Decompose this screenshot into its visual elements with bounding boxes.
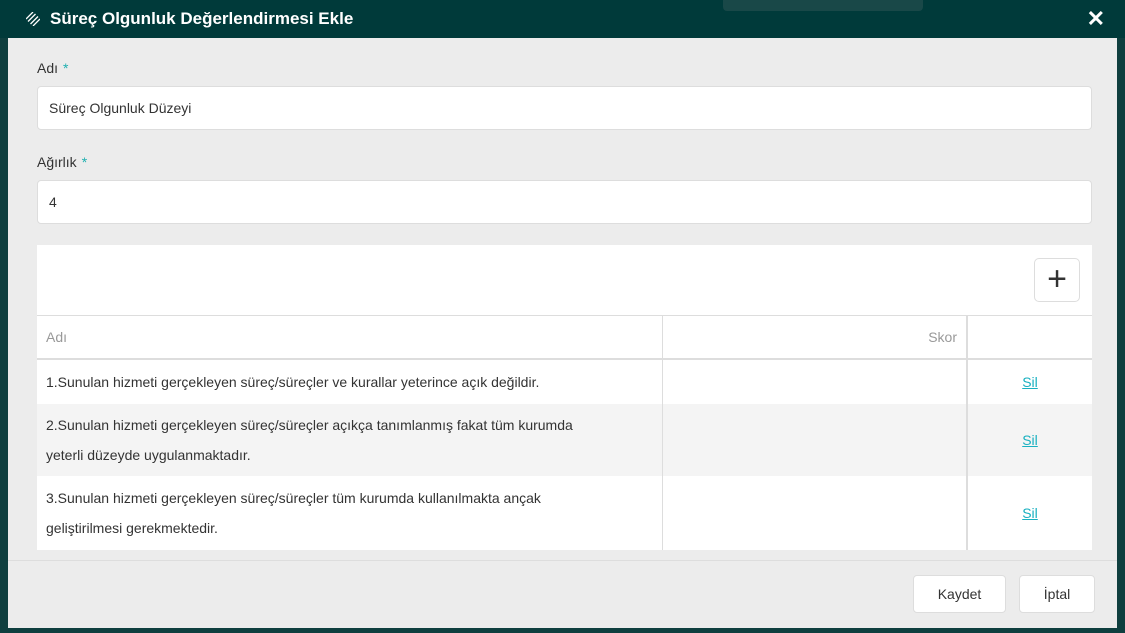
row-actions: Sil xyxy=(966,403,1092,476)
add-button[interactable]: + xyxy=(1034,258,1080,302)
delete-link[interactable]: Sil xyxy=(1022,505,1038,521)
delete-link[interactable]: Sil xyxy=(1022,374,1038,390)
row-name: 3.Sunulan hizmeti gerçekleyen süreç/süre… xyxy=(37,475,663,550)
dialog-title-text: Süreç Olgunluk Değerlendirmesi Ekle xyxy=(50,9,354,28)
column-header-name: Adı xyxy=(37,315,663,360)
required-marker: * xyxy=(81,154,88,170)
background-element xyxy=(723,0,923,11)
row-actions: Sil xyxy=(966,475,1092,550)
name-label: Adı * xyxy=(37,60,68,76)
levels-table: Adı Skor 1.Sunulan hizmeti gerçekleyen s… xyxy=(37,315,1092,550)
column-header-actions xyxy=(966,315,1092,360)
row-score xyxy=(661,403,968,476)
name-label-text: Adı xyxy=(37,60,59,76)
row-name: 2.Sunulan hizmeti gerçekleyen süreç/süre… xyxy=(37,403,663,476)
save-button[interactable]: Kaydet xyxy=(913,575,1006,613)
table-row: 3.Sunulan hizmeti gerçekleyen süreç/süre… xyxy=(37,475,1092,550)
table-row: 2.Sunulan hizmeti gerçekleyen süreç/süre… xyxy=(37,403,1092,476)
column-header-score: Skor xyxy=(661,315,968,360)
name-input[interactable]: Süreç Olgunluk Düzeyi xyxy=(37,86,1092,130)
diamond-icon xyxy=(26,12,40,26)
row-name: 1.Sunulan hizmeti gerçekleyen süreç/süre… xyxy=(37,358,663,404)
table-row: 1.Sunulan hizmeti gerçekleyen süreç/süre… xyxy=(37,358,1092,404)
dialog-title: Süreç Olgunluk Değerlendirmesi Ekle xyxy=(26,9,353,29)
weight-label-text: Ağırlık xyxy=(37,154,77,170)
cancel-button[interactable]: İptal xyxy=(1019,575,1095,613)
required-marker: * xyxy=(63,60,69,76)
dialog-footer: Kaydet İptal xyxy=(8,560,1117,628)
row-score xyxy=(661,358,968,404)
row-score xyxy=(661,475,968,550)
delete-link[interactable]: Sil xyxy=(1022,432,1038,448)
weight-input[interactable]: 4 xyxy=(37,180,1092,224)
weight-label: Ağırlık * xyxy=(37,154,87,170)
dialog-header: Süreç Olgunluk Değerlendirmesi Ekle ✕ xyxy=(0,0,1125,38)
close-icon[interactable]: ✕ xyxy=(1087,6,1105,32)
dialog-body: Adı * Süreç Olgunluk Düzeyi Ağırlık * 4 + … xyxy=(8,38,1117,628)
levels-panel: + Adı Skor 1.Sunulan hizmeti gerçekleyen… xyxy=(37,245,1092,550)
row-actions: Sil xyxy=(966,358,1092,404)
